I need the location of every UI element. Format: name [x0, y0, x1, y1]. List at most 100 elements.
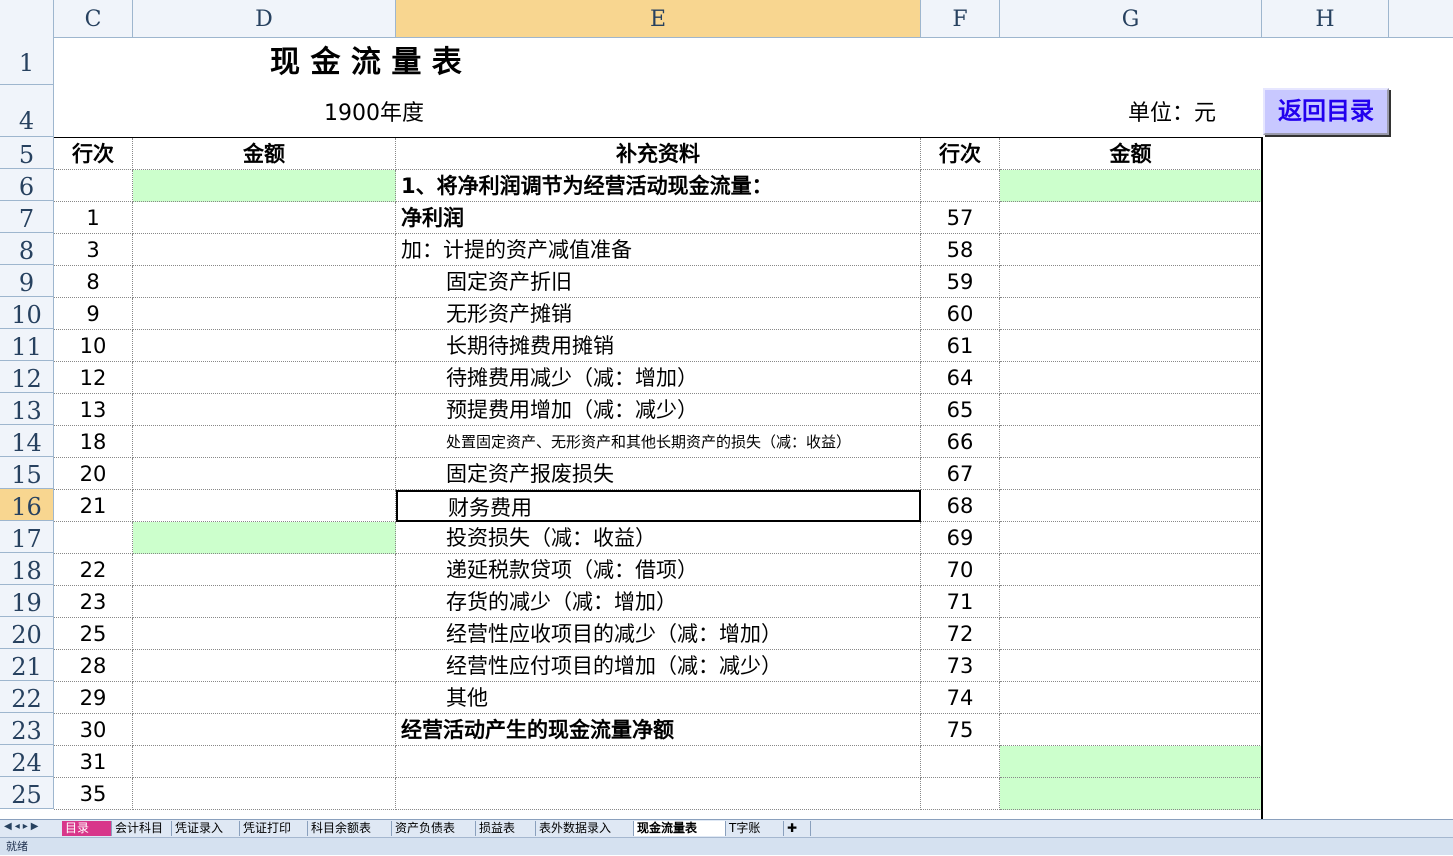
cell-c[interactable]: 20 — [54, 458, 133, 490]
column-header-d[interactable]: D — [133, 0, 396, 37]
cell-g[interactable] — [1000, 522, 1262, 554]
header-row-no-right[interactable]: 行次 — [921, 138, 1000, 170]
cell-c[interactable]: 29 — [54, 682, 133, 714]
sheet-tab[interactable]: 表外数据录入 — [536, 821, 634, 836]
back-to-index-button[interactable]: 返回目录 — [1263, 88, 1389, 135]
cell-g[interactable] — [1000, 202, 1262, 234]
cell-d[interactable] — [133, 778, 396, 810]
cell-e[interactable]: 处置固定资产、无形资产和其他长期资产的损失（减：收益） — [396, 426, 921, 458]
cell-g[interactable] — [1000, 490, 1262, 522]
cell-e[interactable]: 固定资产报废损失 — [396, 458, 921, 490]
cell-g[interactable] — [1000, 170, 1262, 202]
cell-c[interactable]: 22 — [54, 554, 133, 586]
cell-f[interactable] — [921, 778, 1000, 810]
cell-c[interactable]: 13 — [54, 394, 133, 426]
cell-c[interactable]: 3 — [54, 234, 133, 266]
row-header[interactable]: 18 — [0, 553, 54, 585]
cell-g[interactable] — [1000, 266, 1262, 298]
cell-c[interactable]: 12 — [54, 362, 133, 394]
sheet-tab[interactable]: 损益表 — [476, 821, 536, 836]
cell-g[interactable] — [1000, 458, 1262, 490]
cell-g[interactable] — [1000, 714, 1262, 746]
cell-d[interactable] — [133, 394, 396, 426]
row-header[interactable]: 10 — [0, 297, 54, 329]
cell-f[interactable]: 68 — [921, 490, 1000, 522]
cell-d[interactable] — [133, 554, 396, 586]
corner-cell[interactable] — [0, 0, 54, 37]
row-header[interactable]: 7 — [0, 201, 54, 233]
cell-d[interactable] — [133, 330, 396, 362]
cell-e[interactable]: 固定资产折旧 — [396, 266, 921, 298]
cell-f[interactable]: 72 — [921, 618, 1000, 650]
row-header[interactable]: 12 — [0, 361, 54, 393]
cell-g[interactable] — [1000, 298, 1262, 330]
cell-f[interactable]: 61 — [921, 330, 1000, 362]
cell-d[interactable] — [133, 426, 396, 458]
header-amount-left[interactable]: 金额 — [133, 138, 396, 170]
cell-c[interactable]: 8 — [54, 266, 133, 298]
cell-e[interactable]: 经营活动产生的现金流量净额 — [396, 714, 921, 746]
cell-f[interactable]: 75 — [921, 714, 1000, 746]
column-header-i[interactable] — [1389, 0, 1453, 37]
row-header[interactable]: 1 — [0, 37, 54, 85]
sheet-tab[interactable]: T字账 — [726, 821, 784, 836]
cell-f[interactable] — [921, 746, 1000, 778]
cell-e[interactable]: 投资损失（减：收益） — [396, 522, 921, 554]
cell-c[interactable] — [54, 522, 133, 554]
column-header-f[interactable]: F — [921, 0, 1000, 37]
row-header[interactable]: 22 — [0, 681, 54, 713]
cell-e[interactable]: 经营性应收项目的减少（减：增加） — [396, 618, 921, 650]
cell-e[interactable]: 1、将净利润调节为经营活动现金流量： — [396, 170, 921, 202]
tab-scroll-arrows-icon[interactable]: ◀◂▸▶ — [4, 821, 41, 832]
cell-c[interactable]: 1 — [54, 202, 133, 234]
row-header[interactable]: 19 — [0, 585, 54, 617]
row-header[interactable]: 14 — [0, 425, 54, 457]
cell-c[interactable] — [54, 170, 133, 202]
row-header[interactable]: 23 — [0, 713, 54, 745]
cell-f[interactable]: 57 — [921, 202, 1000, 234]
cell-f[interactable]: 71 — [921, 586, 1000, 618]
cell-e[interactable]: 待摊费用减少（减：增加） — [396, 362, 921, 394]
cell-d[interactable] — [133, 714, 396, 746]
cell-f[interactable]: 70 — [921, 554, 1000, 586]
cell-e[interactable] — [396, 746, 921, 778]
cell-e[interactable]: 存货的减少（减：增加） — [396, 586, 921, 618]
cell-e[interactable]: 净利润 — [396, 202, 921, 234]
cell-d[interactable] — [133, 618, 396, 650]
sheet-tab[interactable]: 科目余额表 — [308, 821, 392, 836]
sheet-tab[interactable]: 现金流量表 — [634, 821, 726, 836]
insert-sheet-icon[interactable]: ✚ — [784, 821, 811, 836]
sheet-tab[interactable]: 会计科目 — [112, 821, 172, 836]
row-header[interactable]: 20 — [0, 617, 54, 649]
cell-g[interactable] — [1000, 586, 1262, 618]
column-header-h[interactable]: H — [1262, 0, 1389, 37]
cell-e[interactable]: 长期待摊费用摊销 — [396, 330, 921, 362]
cell-g[interactable] — [1000, 650, 1262, 682]
sheet-tab[interactable]: 凭证打印 — [240, 821, 308, 836]
header-amount-right[interactable]: 金额 — [1000, 138, 1262, 170]
cell-f[interactable]: 66 — [921, 426, 1000, 458]
cell-g[interactable] — [1000, 746, 1262, 778]
cell-f[interactable]: 67 — [921, 458, 1000, 490]
cell-d[interactable] — [133, 522, 396, 554]
cell-g[interactable] — [1000, 554, 1262, 586]
row-header[interactable]: 15 — [0, 457, 54, 489]
cell-g[interactable] — [1000, 778, 1262, 810]
cell-g[interactable] — [1000, 682, 1262, 714]
cell-c[interactable]: 18 — [54, 426, 133, 458]
cell-d[interactable] — [133, 266, 396, 298]
cell-c[interactable]: 30 — [54, 714, 133, 746]
cell-d[interactable] — [133, 490, 396, 522]
cell-g[interactable] — [1000, 426, 1262, 458]
cell-c[interactable]: 35 — [54, 778, 133, 810]
cell-g[interactable] — [1000, 234, 1262, 266]
row-header[interactable]: 5 — [0, 137, 54, 169]
row-header[interactable]: 25 — [0, 777, 54, 809]
cell-g[interactable] — [1000, 394, 1262, 426]
header-row-no-left[interactable]: 行次 — [54, 138, 133, 170]
cell-e[interactable]: 其他 — [396, 682, 921, 714]
cell-e[interactable]: 加：计提的资产减值准备 — [396, 234, 921, 266]
cell-f[interactable] — [921, 170, 1000, 202]
cell-e[interactable]: 预提费用增加（减：减少） — [396, 394, 921, 426]
cell-d[interactable] — [133, 202, 396, 234]
